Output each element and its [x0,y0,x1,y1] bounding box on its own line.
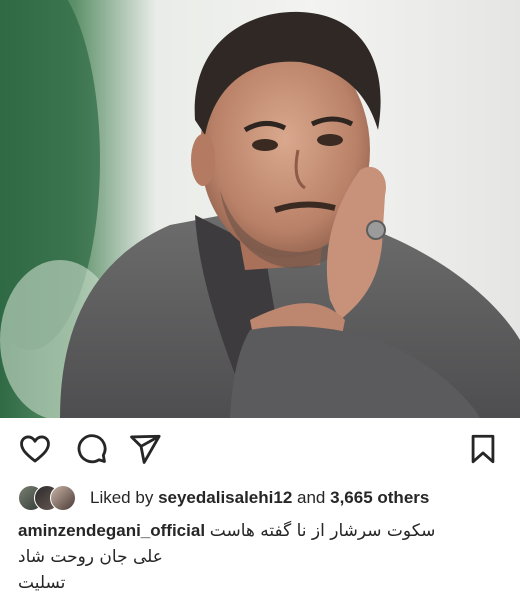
bookmark-icon [471,434,495,464]
like-button[interactable] [18,432,52,466]
liker-username[interactable]: seyedalisalehi12 [158,488,292,507]
liker-avatars[interactable] [18,485,90,511]
post-photo[interactable] [0,0,520,418]
comment-button[interactable] [74,432,108,466]
likes-count[interactable]: 3,665 others [330,488,429,507]
post-caption: aminzendegani_official سکوت سرشار از نا … [18,518,508,596]
likes-conjunction: and [297,488,326,507]
share-button[interactable] [128,432,162,466]
portrait-image [0,0,520,418]
likes-summary: Liked by seyedalisalehi12 and 3,665 othe… [90,488,429,508]
likes-prefix: Liked by [90,488,154,507]
likes-row: Liked by seyedalisalehi12 and 3,665 othe… [18,484,518,512]
caption-line-1: سکوت سرشار از نا گفته هاست [209,521,436,541]
caption-line-2: علی جان روحت شاد [18,547,163,567]
send-icon [130,434,161,464]
caption-username[interactable]: aminzendegani_official [18,521,205,540]
save-button[interactable] [466,432,500,466]
avatar [50,485,76,511]
caption-line-3: تسلیت [18,573,66,593]
comment-icon [77,434,107,464]
heart-icon [20,435,50,463]
action-bar [0,418,520,480]
